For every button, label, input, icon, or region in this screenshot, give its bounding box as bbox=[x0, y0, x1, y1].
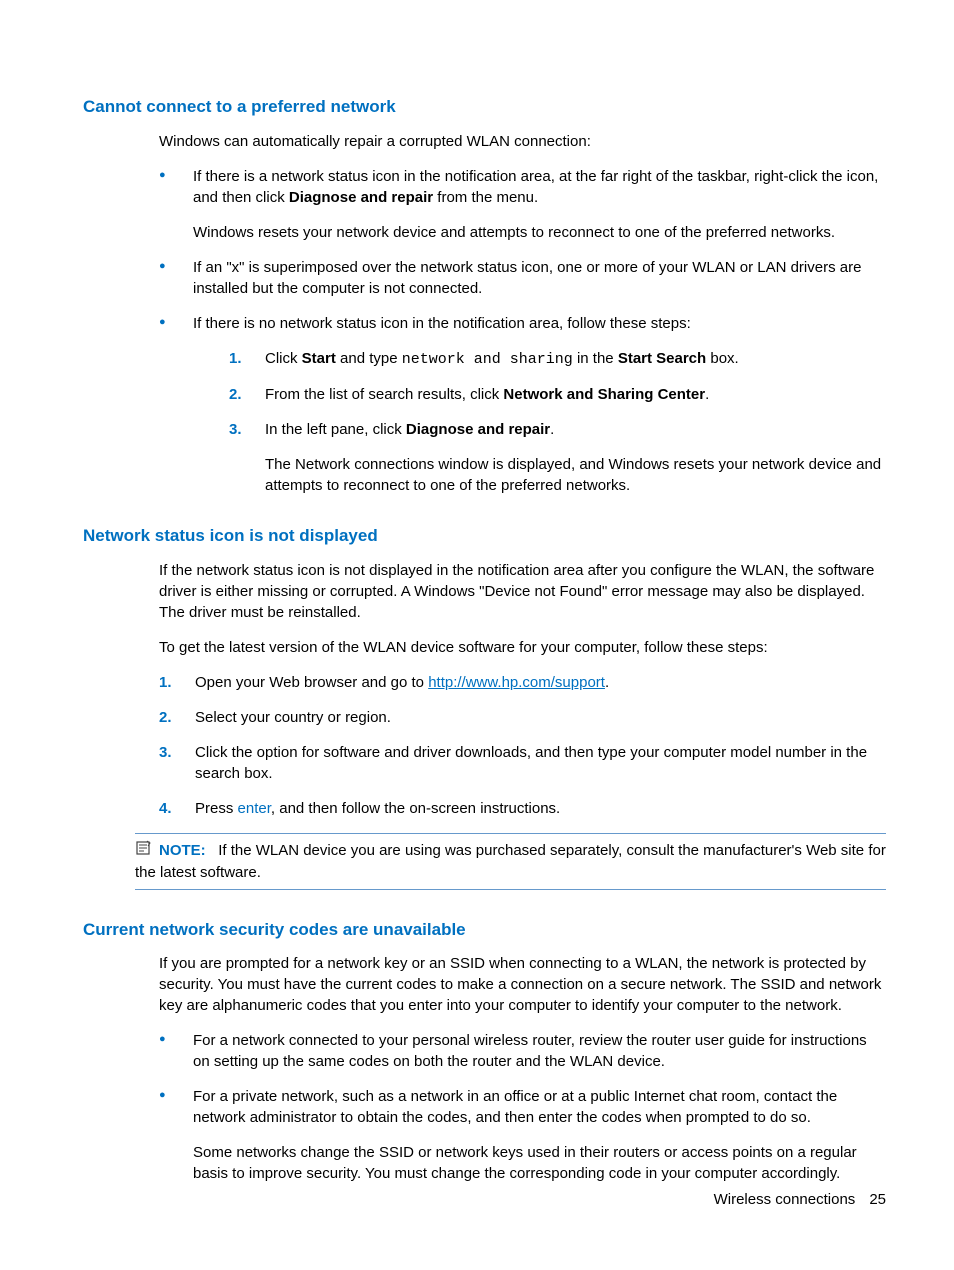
text: Click bbox=[265, 350, 302, 367]
document-page: Cannot connect to a preferred network Wi… bbox=[0, 0, 954, 1258]
footer-section: Wireless connections bbox=[714, 1191, 856, 1208]
text: From the list of search results, click bbox=[265, 386, 503, 403]
text: box. bbox=[706, 350, 739, 367]
list-item: For a private network, such as a network… bbox=[159, 1086, 886, 1184]
bold-text: Network and Sharing Center bbox=[503, 386, 705, 403]
note-text: If the WLAN device you are using was pur… bbox=[135, 842, 886, 881]
body-text: If you are prompted for a network key or… bbox=[159, 953, 886, 1016]
text: . bbox=[550, 421, 554, 438]
ordered-list: Click Start and type network and sharing… bbox=[229, 348, 886, 496]
list-item: If there is no network status icon in th… bbox=[159, 313, 886, 496]
body-text: If the network status icon is not displa… bbox=[159, 560, 886, 623]
text: . bbox=[705, 386, 709, 403]
heading-network-status: Network status icon is not displayed bbox=[83, 524, 886, 548]
text: . bbox=[605, 674, 609, 691]
note-icon bbox=[135, 840, 155, 862]
bold-text: Diagnose and repair bbox=[406, 421, 550, 438]
heading-cannot-connect: Cannot connect to a preferred network bbox=[83, 95, 886, 119]
list-item: For a network connected to your personal… bbox=[159, 1030, 886, 1072]
list-item: If an "x" is superimposed over the netwo… bbox=[159, 257, 886, 299]
support-link[interactable]: http://www.hp.com/support bbox=[428, 674, 605, 691]
list-item: Press enter, and then follow the on-scre… bbox=[159, 798, 886, 819]
intro-text: Windows can automatically repair a corru… bbox=[159, 131, 886, 152]
list-item: Select your country or region. bbox=[159, 707, 886, 728]
text: In the left pane, click bbox=[265, 421, 406, 438]
body-text: To get the latest version of the WLAN de… bbox=[159, 637, 886, 658]
heading-security-codes: Current network security codes are unava… bbox=[83, 918, 886, 942]
page-number: 25 bbox=[869, 1191, 886, 1208]
text: Press bbox=[195, 800, 238, 817]
list-item: In the left pane, click Diagnose and rep… bbox=[229, 419, 886, 496]
text: in the bbox=[573, 350, 618, 367]
bold-text: Start Search bbox=[618, 350, 706, 367]
note-label: NOTE: bbox=[159, 842, 206, 859]
bold-text: Diagnose and repair bbox=[289, 189, 433, 206]
note-box: NOTE: If the WLAN device you are using w… bbox=[135, 833, 886, 890]
ordered-list: Open your Web browser and go to http://w… bbox=[159, 672, 886, 819]
sub-text: Some networks change the SSID or network… bbox=[193, 1142, 886, 1184]
key-text: enter bbox=[238, 800, 271, 817]
sub-text: The Network connections window is displa… bbox=[265, 454, 886, 496]
list-item: Click Start and type network and sharing… bbox=[229, 348, 886, 370]
text: , and then follow the on-screen instruct… bbox=[271, 800, 560, 817]
text: Open your Web browser and go to bbox=[195, 674, 428, 691]
list-item: From the list of search results, click N… bbox=[229, 384, 886, 405]
page-footer: Wireless connections 25 bbox=[714, 1189, 886, 1210]
text: and type bbox=[336, 350, 402, 367]
text: If there is no network status icon in th… bbox=[193, 315, 691, 332]
list-item: Click the option for software and driver… bbox=[159, 742, 886, 784]
mono-text: network and sharing bbox=[402, 351, 573, 368]
bullet-list: If there is a network status icon in the… bbox=[159, 166, 886, 496]
bold-text: Start bbox=[302, 350, 336, 367]
bullet-list: For a network connected to your personal… bbox=[159, 1030, 886, 1184]
text: from the menu. bbox=[433, 189, 538, 206]
list-item: If there is a network status icon in the… bbox=[159, 166, 886, 243]
text: For a private network, such as a network… bbox=[193, 1088, 837, 1126]
sub-text: Windows resets your network device and a… bbox=[193, 222, 886, 243]
list-item: Open your Web browser and go to http://w… bbox=[159, 672, 886, 693]
